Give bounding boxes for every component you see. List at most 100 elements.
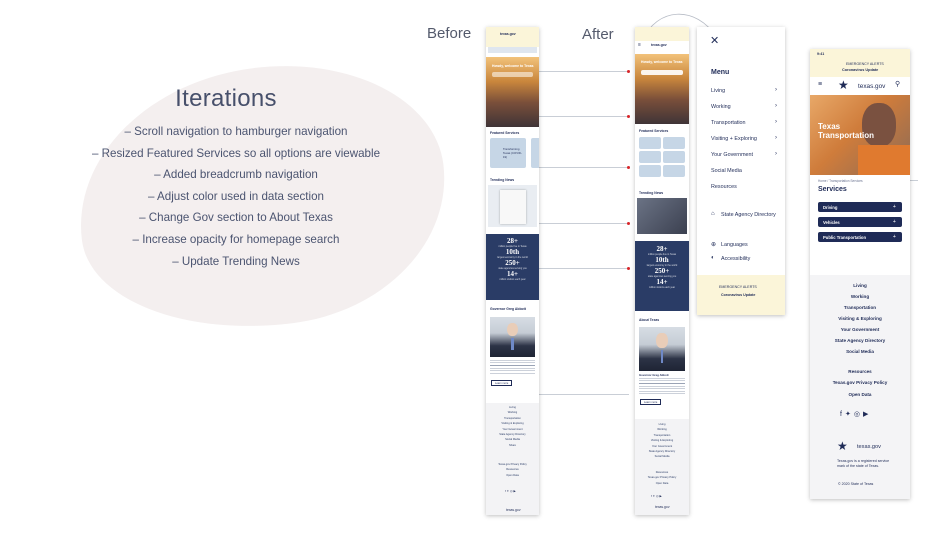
after-featured-tile[interactable] xyxy=(639,151,661,163)
annotation-dot xyxy=(627,115,630,118)
after-governor-photo xyxy=(639,327,685,371)
globe-icon: ⊕ xyxy=(711,242,717,248)
stat-number: 250+ xyxy=(654,267,670,275)
stat-caption: million people live in Texas xyxy=(647,253,677,256)
footer-link[interactable]: Working xyxy=(810,294,910,299)
plus-icon: + xyxy=(892,233,896,240)
before-featured-item: Transforming Texas (COVID-19) xyxy=(503,147,522,159)
menu-item-living[interactable]: Living xyxy=(711,88,777,94)
after-featured-tile[interactable] xyxy=(663,151,685,163)
before-scroll-nav[interactable] xyxy=(488,47,537,53)
iteration-item: – Resized Featured Services so all optio… xyxy=(91,146,381,160)
stat-caption: state agencies serving you xyxy=(647,275,677,278)
after-featured-tile[interactable] xyxy=(639,137,661,149)
footer-logo: texas.gov xyxy=(857,444,881,450)
after-featured-tile[interactable] xyxy=(639,165,661,177)
search-icon[interactable]: ⚲ xyxy=(895,80,900,88)
menu-item-label: Living xyxy=(711,88,726,94)
status-time: 9:41 xyxy=(817,52,825,56)
footer-link[interactable]: State Agency Directory xyxy=(810,338,910,343)
footer-link[interactable]: Resources xyxy=(810,369,910,374)
hamburger-icon[interactable]: ≡ xyxy=(638,42,641,48)
service-accordion-public-transportation[interactable]: Public Transportation + xyxy=(818,232,902,242)
footer-link[interactable]: Transportation xyxy=(810,305,910,310)
iteration-item: – Added breadcrumb navigation xyxy=(154,168,318,182)
menu-item-label: Working xyxy=(711,104,731,110)
stat-number: 28+ xyxy=(507,237,518,245)
footer-link[interactable]: Share xyxy=(486,443,539,448)
menu-item-label: Social Media xyxy=(711,168,742,174)
annotation-dot xyxy=(627,222,630,225)
before-logo[interactable]: texas.gov xyxy=(500,32,516,36)
annotation-dot xyxy=(627,166,630,169)
agency-directory-link[interactable]: State Agency Directory xyxy=(721,212,776,218)
after-learn-more-button[interactable]: Learn more xyxy=(640,399,662,406)
footer-link[interactable]: Social Media xyxy=(635,454,689,459)
stat-number: 10th xyxy=(505,248,520,256)
before-governor-photo xyxy=(490,317,535,357)
menu-item-social-media[interactable]: Social Media xyxy=(711,168,742,174)
before-search-input[interactable] xyxy=(492,72,533,77)
before-featured-card[interactable] xyxy=(531,138,539,168)
annotation-dot xyxy=(627,70,630,73)
header-logo[interactable]: texas.gov xyxy=(858,83,885,90)
hamburger-icon[interactable]: ≡ xyxy=(818,81,822,88)
footer-link[interactable]: Social Media xyxy=(810,349,910,354)
twitter-icon[interactable]: ✦ xyxy=(845,411,854,418)
after-label: After xyxy=(582,26,614,43)
after-featured-tile[interactable] xyxy=(663,137,685,149)
youtube-icon[interactable]: ▶ xyxy=(863,411,871,418)
service-label: Driving xyxy=(823,204,838,210)
building-icon: ⌂ xyxy=(711,211,715,217)
after-logo[interactable]: texas.gov xyxy=(651,43,667,47)
menu-item-working[interactable]: Working xyxy=(711,104,731,110)
after-social-icons[interactable]: f ✦ ◎ ▶ xyxy=(651,494,662,498)
footer-link[interactable]: Open Data xyxy=(486,473,539,478)
service-accordion-vehicles[interactable]: Vehicles + xyxy=(818,217,902,227)
languages-link[interactable]: Languages xyxy=(721,242,748,248)
service-accordion-driving[interactable]: Driving + xyxy=(818,202,902,212)
after-stats-section: 28+ million people live in Texas 10th la… xyxy=(635,241,689,311)
alert-line-1: EMERGENCY ALERTS xyxy=(719,285,757,289)
after-trending-card[interactable] xyxy=(637,198,687,234)
copyright-label: 2020 State of Texas xyxy=(841,482,874,486)
instagram-icon[interactable]: ◎ xyxy=(854,411,863,418)
stat-number: 28+ xyxy=(656,245,668,253)
footer-link[interactable]: Open Data xyxy=(810,392,910,397)
after-search-input[interactable] xyxy=(641,70,683,75)
before-hero-text: Howdy, welcome to Texas xyxy=(492,64,534,68)
texas-star-logo-icon: ★ xyxy=(838,78,849,92)
menu-item-resources[interactable]: Resources xyxy=(711,184,737,190)
menu-item-transportation[interactable]: Transportation xyxy=(711,120,746,126)
iteration-item: – Update Trending News xyxy=(172,254,300,268)
after-featured-tile[interactable] xyxy=(663,165,685,177)
service-label: Public Transportation xyxy=(823,234,867,240)
before-news-card[interactable] xyxy=(500,190,526,224)
breadcrumb[interactable]: Home / Transportation Services xyxy=(818,179,863,183)
before-learn-more-button[interactable]: Learn more xyxy=(491,380,513,387)
copyright-text: © 2020 State of Texas xyxy=(838,482,874,486)
before-label: Before xyxy=(427,25,472,42)
close-icon[interactable]: ✕ xyxy=(710,34,719,47)
footer-link[interactable]: Texas.gov Privacy Policy xyxy=(810,380,910,385)
connector-line xyxy=(539,71,629,72)
footer-link[interactable]: Living xyxy=(810,283,910,288)
menu-item-government[interactable]: Your Government xyxy=(711,152,753,158)
footer-link[interactable]: Your Government xyxy=(810,327,910,332)
stat-number: 14+ xyxy=(507,270,518,278)
chevron-right-icon: › xyxy=(775,119,777,125)
alert-line-1: EMERGENCY ALERTS xyxy=(846,62,884,66)
stat-caption: million visitors each year xyxy=(499,278,526,281)
menu-item-visiting[interactable]: Visiting + Exploring xyxy=(711,136,757,142)
accessibility-link[interactable]: Accessibility xyxy=(721,256,750,262)
stat-number: 14+ xyxy=(656,278,668,286)
before-gov-title: Governor Greg Abbott xyxy=(490,307,526,311)
footer-link[interactable]: Visiting & Exploring xyxy=(810,316,910,321)
after-hero-image xyxy=(635,54,689,124)
footer-link[interactable]: Open Data xyxy=(635,481,689,486)
before-social-icons[interactable]: f ✦ ◎ ▶ xyxy=(505,489,516,493)
stat-number: 250+ xyxy=(505,259,520,267)
chevron-right-icon: › xyxy=(775,135,777,141)
menu-item-label: Visiting + Exploring xyxy=(711,136,757,142)
before-featured-title: Featured Services xyxy=(490,131,520,135)
